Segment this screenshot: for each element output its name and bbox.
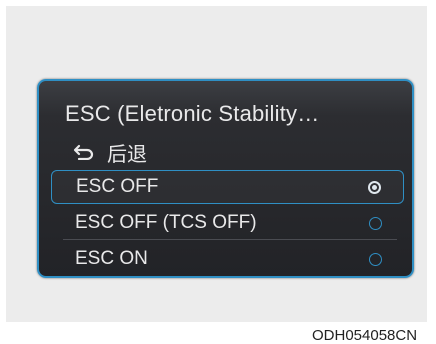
menu-title: ESC (Eletronic Stability… xyxy=(65,101,320,126)
image-code-label: ODH054058CN xyxy=(312,327,418,344)
back-label: 后退 xyxy=(107,143,147,166)
back-arrow-icon xyxy=(73,144,94,160)
option-label: ESC ON xyxy=(75,248,148,269)
radio-unselected-icon xyxy=(369,216,382,230)
option-esc-off[interactable]: ESC OFF xyxy=(51,170,404,204)
option-label: ESC OFF (TCS OFF) xyxy=(75,212,257,233)
radio-selected-icon xyxy=(368,180,381,194)
esc-settings-menu: ESC (Eletronic Stability… 后退 ESC OFF ESC… xyxy=(37,79,414,278)
option-esc-on[interactable]: ESC ON xyxy=(51,242,404,276)
option-label: ESC OFF xyxy=(76,176,159,197)
radio-unselected-icon xyxy=(369,252,382,266)
back-button[interactable]: 后退 xyxy=(73,138,147,166)
option-esc-off-tcs-off[interactable]: ESC OFF (TCS OFF) xyxy=(51,206,404,240)
